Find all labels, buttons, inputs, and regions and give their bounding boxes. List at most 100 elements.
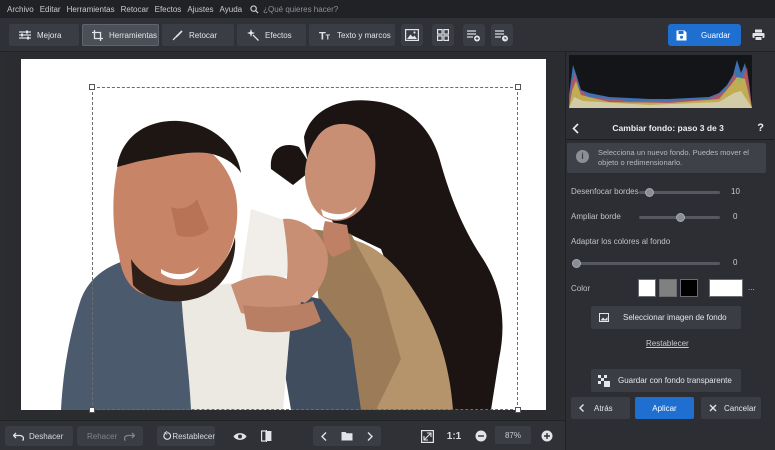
- save-transparent-button[interactable]: Guardar con fondo transparente: [591, 369, 741, 392]
- crop-icon: [92, 29, 103, 41]
- menu-ajustes[interactable]: Ajustes: [184, 5, 216, 14]
- info-box: i Selecciona un nuevo fondo. Puedes move…: [567, 143, 766, 173]
- plus-circle-icon: [541, 430, 553, 442]
- grid-button[interactable]: [432, 24, 454, 46]
- zoom-field[interactable]: 87%: [495, 426, 531, 444]
- menu-retocar[interactable]: Retocar: [118, 5, 152, 14]
- menu-archivo[interactable]: Archivo: [4, 5, 37, 14]
- save-button[interactable]: Guardar: [668, 24, 741, 46]
- undo-button[interactable]: Deshacer: [5, 426, 73, 446]
- chevron-right-icon: [367, 431, 373, 441]
- redo-label: Rehacer: [87, 431, 118, 441]
- compare-button[interactable]: [258, 426, 274, 446]
- brush-icon: [172, 29, 183, 40]
- floppy-icon: [676, 30, 687, 40]
- actual-size-button[interactable]: 1:1: [444, 426, 464, 446]
- tab-label: Texto y marcos: [337, 30, 391, 40]
- tab-herramientas[interactable]: Herramientas: [82, 24, 159, 46]
- back-arrow-icon[interactable]: [572, 122, 579, 134]
- custom-color-swatch[interactable]: [709, 279, 743, 297]
- adapt-colors-slider[interactable]: [572, 262, 720, 265]
- cancel-label: Cancelar: [724, 403, 757, 413]
- tab-retocar[interactable]: Retocar: [162, 24, 234, 46]
- fit-screen-button[interactable]: [418, 426, 436, 446]
- expand-border-value: 0: [733, 212, 738, 221]
- list-clock-icon: [495, 29, 508, 41]
- zoom-in-button[interactable]: [540, 426, 554, 446]
- color-swatch-white[interactable]: [638, 279, 656, 297]
- zoom-out-button[interactable]: [474, 426, 488, 446]
- minus-circle-icon: [475, 430, 487, 442]
- preview-button[interactable]: [231, 426, 249, 446]
- image-icon: [405, 29, 419, 41]
- info-icon: i: [576, 150, 589, 163]
- select-background-label: Seleccionar imagen de fondo: [623, 313, 727, 322]
- reset-label: Restablecer: [172, 431, 215, 441]
- redo-icon: [124, 432, 136, 441]
- expand-border-label: Ampliar borde: [571, 212, 621, 221]
- apply-label: Aplicar: [652, 403, 677, 413]
- divider: [566, 139, 774, 140]
- histogram: [569, 55, 752, 108]
- reset-button[interactable]: Restablecer: [157, 426, 215, 446]
- help-button[interactable]: ?: [757, 122, 764, 134]
- blur-edges-label: Desenfocar bordes: [571, 187, 639, 196]
- text-icon: TT: [319, 31, 331, 41]
- adapt-colors-slider-knob[interactable]: [572, 259, 581, 268]
- panel-header: Cambiar fondo: paso 3 de 3 ?: [565, 118, 775, 138]
- sparkle-icon: [247, 29, 259, 41]
- crop-handle-bottom-left[interactable]: [89, 407, 95, 413]
- tab-label: Herramientas: [109, 30, 158, 40]
- crop-handle-top-left[interactable]: [89, 84, 95, 90]
- blur-edges-slider-knob[interactable]: [644, 188, 654, 197]
- back-button[interactable]: Atrás: [571, 397, 630, 419]
- apply-button[interactable]: Aplicar: [635, 397, 694, 419]
- list-add-icon: [467, 29, 480, 41]
- histogram-graph: [569, 60, 752, 108]
- prev-button[interactable]: [313, 431, 335, 441]
- main-toolbar: Mejora Herramientas Retocar Efectos TT T…: [0, 18, 775, 52]
- tab-label: Retocar: [189, 30, 218, 40]
- tab-texto-marcos[interactable]: TT Texto y marcos: [309, 24, 395, 46]
- tab-mejora[interactable]: Mejora: [9, 24, 79, 46]
- batch-add-button[interactable]: [463, 24, 485, 46]
- adapt-colors-value: 0: [733, 258, 738, 267]
- image-icon: [599, 313, 609, 322]
- expand-border-slider-knob[interactable]: [676, 213, 685, 222]
- panel-title: Cambiar fondo: paso 3 de 3: [612, 123, 724, 133]
- search-placeholder: ¿Qué quieres hacer?: [263, 4, 339, 14]
- menu-ayuda[interactable]: Ayuda: [217, 5, 246, 14]
- menu-editar[interactable]: Editar: [37, 5, 64, 14]
- menu-efectos[interactable]: Efectos: [152, 5, 185, 14]
- crop-handle-bottom-right[interactable]: [515, 407, 521, 413]
- tab-efectos[interactable]: Efectos: [237, 24, 306, 46]
- tab-label: Mejora: [37, 30, 62, 40]
- cancel-button[interactable]: Cancelar: [701, 397, 761, 419]
- eye-icon: [233, 432, 247, 440]
- reset-link[interactable]: Restablecer: [646, 339, 689, 348]
- print-button[interactable]: [748, 24, 768, 46]
- info-text-line1: Selecciona un nuevo fondo. Puedes mover …: [598, 148, 749, 157]
- image-button[interactable]: [401, 24, 423, 46]
- crop-handle-top-right[interactable]: [515, 84, 521, 90]
- undo-icon: [13, 432, 24, 441]
- save-transparent-label: Guardar con fondo transparente: [618, 376, 732, 385]
- redo-button[interactable]: Rehacer: [77, 426, 143, 446]
- search-box[interactable]: ¿Qué quieres hacer?: [247, 5, 338, 14]
- save-label: Guardar: [701, 30, 731, 40]
- adapt-colors-label: Adaptar los colores al fondo: [571, 237, 671, 246]
- select-background-image-button[interactable]: Seleccionar imagen de fondo: [591, 306, 741, 329]
- more-colors-button[interactable]: ...: [748, 283, 755, 292]
- batch-history-button[interactable]: [491, 24, 513, 46]
- grid-icon: [437, 29, 449, 41]
- open-folder-button[interactable]: [335, 431, 359, 441]
- svg-text:T: T: [326, 33, 331, 41]
- next-button[interactable]: [359, 431, 381, 441]
- menu-herramientas[interactable]: Herramientas: [64, 5, 118, 14]
- color-swatch-gray[interactable]: [659, 279, 677, 297]
- reset-icon: [163, 431, 172, 440]
- ratio-label: 1:1: [446, 430, 462, 442]
- color-swatch-black[interactable]: [680, 279, 698, 297]
- tab-label: Efectos: [265, 30, 292, 40]
- crop-frame[interactable]: [89, 84, 521, 413]
